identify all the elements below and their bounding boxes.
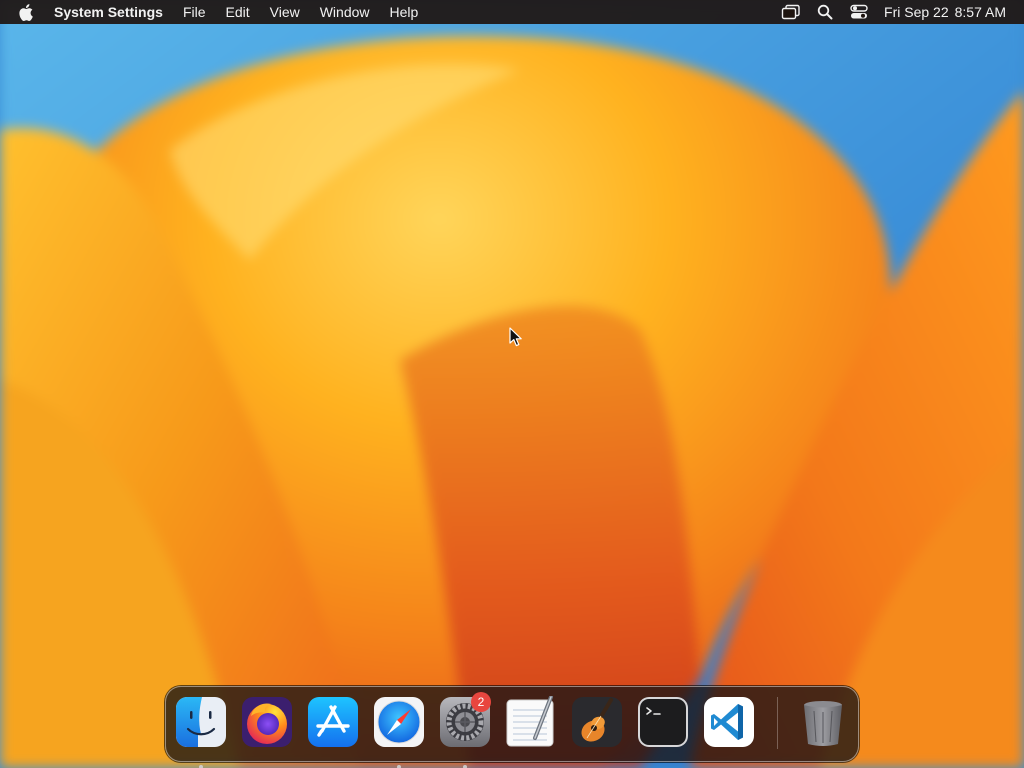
dock-item-trash[interactable] <box>797 696 849 748</box>
dock-item-terminal[interactable] <box>637 696 689 748</box>
dock: 2 <box>165 686 859 768</box>
menu-edit[interactable]: Edit <box>216 0 260 24</box>
dock-item-textedit[interactable] <box>505 696 557 748</box>
dock-separator <box>777 697 778 749</box>
desktop[interactable]: System Settings File Edit View Window He… <box>0 0 1024 768</box>
menu-bar-right: Fri Sep 22 8:57 AM <box>768 0 1006 24</box>
terminal-icon <box>638 697 688 747</box>
dock-item-firefox[interactable] <box>241 696 293 748</box>
menu-view[interactable]: View <box>260 0 310 24</box>
trash-icon <box>804 701 842 746</box>
garageband-icon <box>572 697 622 747</box>
menu-help[interactable]: Help <box>380 0 429 24</box>
vscode-icon <box>704 697 754 747</box>
dock-item-safari[interactable] <box>373 696 425 768</box>
apple-icon[interactable] <box>18 3 34 21</box>
finder-icon <box>176 697 226 747</box>
screen-mirroring-icon[interactable] <box>780 1 802 23</box>
menu-bar-clock[interactable]: Fri Sep 22 8:57 AM <box>884 4 1006 20</box>
dock-item-app-store[interactable] <box>307 696 359 748</box>
dock-item-garageband[interactable] <box>571 696 623 748</box>
dock-item-vscode[interactable] <box>703 696 755 748</box>
dock-item-finder[interactable] <box>175 696 227 768</box>
spotlight-search-icon[interactable] <box>814 1 836 23</box>
safari-icon <box>374 697 424 747</box>
wallpaper <box>0 0 1024 768</box>
mouse-pointer-icon <box>509 327 522 347</box>
firefox-icon <box>242 697 292 747</box>
clock-time: 8:57 AM <box>954 4 1006 20</box>
textedit-icon <box>506 696 554 747</box>
clock-date: Fri Sep 22 <box>884 4 949 20</box>
app-store-icon <box>308 697 358 747</box>
control-center-icon[interactable] <box>848 1 870 23</box>
notification-badge: 2 <box>471 692 491 712</box>
menu-file[interactable]: File <box>173 0 216 24</box>
menu-bar-left: System Settings File Edit View Window He… <box>0 0 428 24</box>
dock-item-system-settings[interactable]: 2 <box>439 692 491 768</box>
menu-bar: System Settings File Edit View Window He… <box>0 0 1024 24</box>
app-menu-system-settings[interactable]: System Settings <box>52 0 173 24</box>
menu-window[interactable]: Window <box>310 0 380 24</box>
